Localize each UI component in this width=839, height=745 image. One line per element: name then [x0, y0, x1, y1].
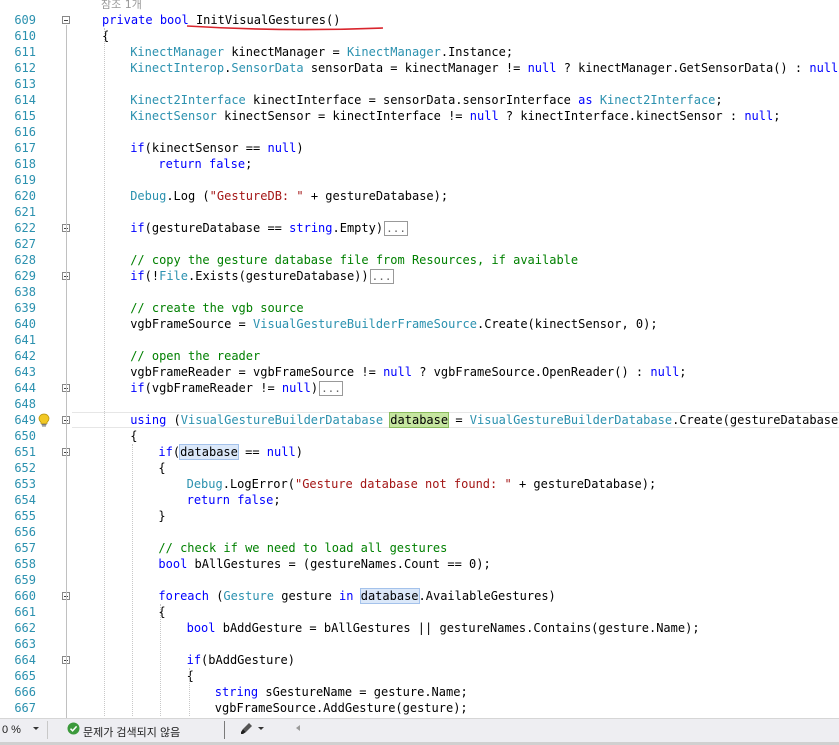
line-number: 664 — [14, 653, 36, 667]
line-number: 652 — [14, 461, 36, 475]
line-number: 610 — [14, 29, 36, 43]
line-number: 615 — [14, 109, 36, 123]
line-number: 628 — [14, 253, 36, 267]
line-number: 666 — [14, 685, 36, 699]
line-number: 660 — [14, 589, 36, 603]
code-line[interactable]: KinectInterop.SensorData sensorData = ki… — [130, 60, 839, 76]
code-line[interactable]: KinectSensor kinectSensor = kinectInterf… — [130, 108, 780, 124]
line-number: 659 — [14, 573, 36, 587]
outline-line — [66, 25, 67, 718]
code-line[interactable]: bool bAddGesture = bAllGestures || gestu… — [187, 620, 700, 636]
red-underline-annotation — [186, 25, 384, 31]
chevron-down-icon[interactable] — [257, 723, 265, 735]
code-line[interactable]: vgbFrameSource = VisualGestureBuilderFra… — [130, 316, 657, 332]
line-number: 642 — [14, 349, 36, 363]
code-line[interactable]: // copy the gesture database file from R… — [130, 252, 578, 268]
code-line[interactable]: } — [158, 508, 165, 524]
zoom-level[interactable]: 0 % — [2, 724, 21, 736]
line-number: 613 — [14, 77, 36, 91]
status-bar: 0 % 문제가 검색되지 않음 — [0, 718, 839, 745]
line-number: 653 — [14, 477, 36, 491]
code-line[interactable]: foreach (Gesture gesture in database.Ava… — [158, 588, 556, 604]
code-line[interactable]: // open the reader — [130, 348, 260, 364]
code-line[interactable]: using (VisualGestureBuilderDatabase data… — [130, 412, 839, 428]
line-number: 651 — [14, 445, 36, 459]
line-number: 614 — [14, 93, 36, 107]
code-line[interactable]: // check if we need to load all gestures — [158, 540, 447, 556]
code-line[interactable]: if(vgbFrameReader != null)... — [130, 380, 343, 396]
line-number: 619 — [14, 173, 36, 187]
line-number: 612 — [14, 61, 36, 75]
line-number: 656 — [14, 525, 36, 539]
code-line[interactable]: if(database == null) — [158, 444, 303, 460]
line-number: 648 — [14, 397, 36, 411]
brush-icon[interactable] — [240, 722, 254, 738]
code-line[interactable]: vgbFrameSource.AddGesture(gesture); — [215, 700, 468, 716]
collapse-icon[interactable] — [62, 16, 70, 24]
code-line[interactable]: if(gestureDatabase == string.Empty)... — [130, 220, 408, 236]
line-number: 661 — [14, 605, 36, 619]
line-number: 662 — [14, 621, 36, 635]
code-line[interactable]: if(kinectSensor == null) — [130, 140, 303, 156]
code-line[interactable]: return false; — [158, 156, 252, 172]
line-number: 655 — [14, 509, 36, 523]
line-number: 620 — [14, 189, 36, 203]
code-line[interactable]: Kinect2Interface kinectInterface = senso… — [130, 92, 722, 108]
lightbulb-icon[interactable] — [38, 413, 50, 427]
line-number: 616 — [14, 125, 36, 139]
line-number: 622 — [14, 221, 36, 235]
code-line[interactable]: string sGestureName = gesture.Name; — [215, 684, 468, 700]
code-line[interactable]: vgbFrameReader = vgbFrameSource != null … — [130, 364, 686, 380]
chevron-down-icon[interactable] — [32, 723, 40, 735]
code-line[interactable]: KinectManager kinectManager = KinectMana… — [130, 44, 513, 60]
indent-guide — [132, 444, 134, 716]
code-editor[interactable]: 609 610 611 612 613 614 615 616 617 618 619 620 621 6… — [0, 0, 839, 718]
line-number: 611 — [14, 45, 36, 59]
line-number: 639 — [14, 301, 36, 315]
line-number: 654 — [14, 493, 36, 507]
code-line[interactable]: { — [158, 460, 165, 476]
status-divider — [224, 721, 225, 739]
indent-guide — [188, 668, 190, 716]
line-number: 627 — [14, 237, 36, 251]
line-number: 621 — [14, 205, 36, 219]
code-line[interactable]: { — [130, 428, 137, 444]
line-number: 657 — [14, 541, 36, 555]
line-number: 640 — [14, 317, 36, 331]
check-circle-icon — [67, 722, 80, 738]
code-line[interactable]: Debug.Log ("GestureDB: " + gestureDataba… — [130, 188, 448, 204]
line-number: 644 — [14, 381, 36, 395]
line-number: 609 — [14, 13, 36, 27]
indent-guide — [104, 28, 105, 716]
code-line[interactable]: Debug.LogError("Gesture database not fou… — [187, 476, 657, 492]
line-number: 649 — [14, 413, 36, 427]
line-number: 618 — [14, 157, 36, 171]
line-number: 663 — [14, 637, 36, 651]
line-number: 641 — [14, 333, 36, 347]
line-number: 617 — [14, 141, 36, 155]
code-line[interactable]: return false; — [187, 492, 281, 508]
line-number: 650 — [14, 429, 36, 443]
line-number: 667 — [14, 701, 36, 715]
code-line[interactable]: if(bAddGesture) — [187, 652, 295, 668]
line-number: 658 — [14, 557, 36, 571]
issues-status-text[interactable]: 문제가 검색되지 않음 — [83, 724, 180, 740]
codelens-reference-count[interactable]: 참조 1개 — [101, 0, 142, 12]
code-line[interactable]: bool bAllGestures = (gestureNames.Count … — [158, 556, 490, 572]
line-number: 629 — [14, 269, 36, 283]
code-line[interactable]: // create the vgb source — [130, 300, 303, 316]
line-number: 665 — [14, 669, 36, 683]
code-line[interactable]: if(!File.Exists(gestureDatabase))... — [130, 268, 394, 284]
line-number: 643 — [14, 365, 36, 379]
scroll-left-icon[interactable] — [294, 723, 302, 735]
indent-guide — [160, 604, 162, 716]
line-number: 638 — [14, 285, 36, 299]
status-divider — [47, 721, 48, 739]
